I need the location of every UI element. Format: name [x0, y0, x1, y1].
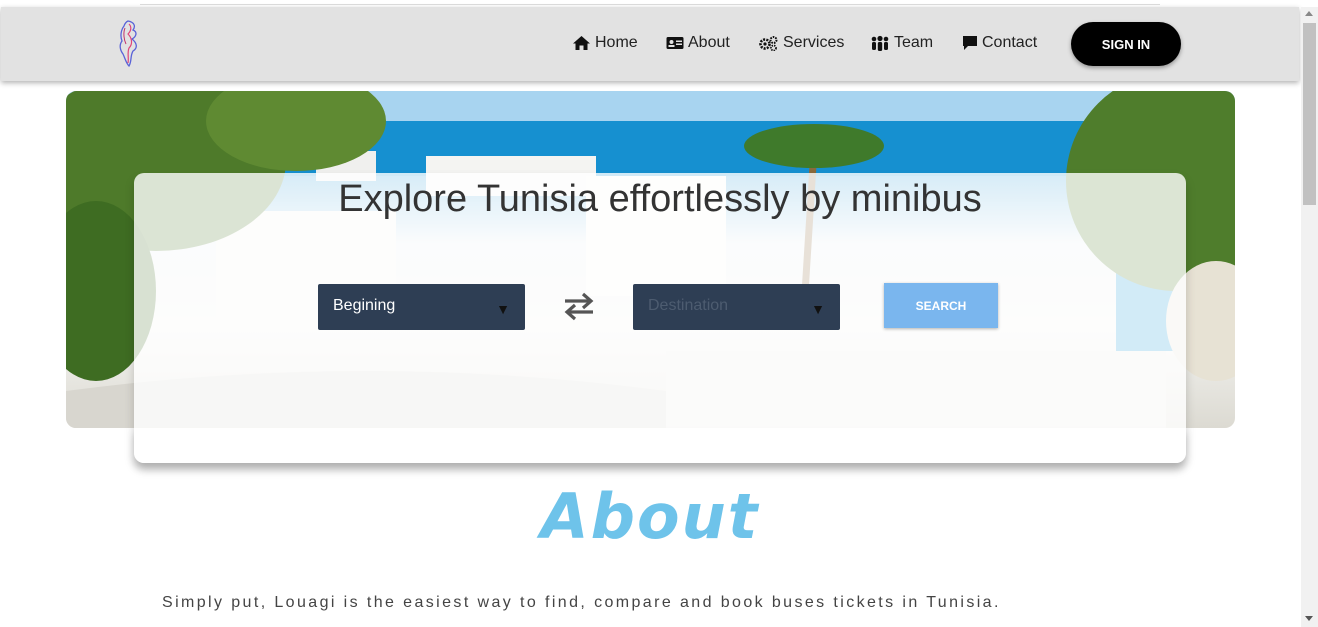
top-divider [140, 0, 1160, 5]
navbar: Home About Services Team Contact SIGN IN [1, 7, 1299, 81]
comment-icon [963, 36, 977, 50]
users-icon [871, 35, 889, 51]
home-icon [573, 36, 590, 50]
scroll-up-arrow-icon[interactable] [1305, 11, 1313, 16]
nav-team[interactable]: Team [870, 32, 933, 54]
from-select[interactable]: Begining ▼ [318, 284, 525, 330]
caret-down-icon: ▼ [496, 301, 510, 317]
destination-select[interactable]: Destination ▼ [633, 284, 840, 330]
destination-select-placeholder: Destination [648, 297, 729, 314]
sign-in-button[interactable]: SIGN IN [1071, 22, 1181, 66]
tunisia-map-logo[interactable] [114, 18, 144, 70]
search-button[interactable]: SEARCH [884, 283, 998, 328]
nav-team-label: Team [894, 34, 934, 51]
nav-home[interactable]: Home [572, 32, 638, 54]
gears-icon [759, 36, 778, 51]
about-heading: About [540, 480, 760, 553]
nav-home-label: Home [595, 34, 638, 51]
scroll-thumb[interactable] [1303, 23, 1316, 205]
nav-about[interactable]: About [666, 32, 730, 54]
nav-services-label: Services [783, 34, 845, 51]
nav-services[interactable]: Services [758, 32, 844, 54]
swap-arrows-icon[interactable] [561, 291, 597, 321]
nav-about-label: About [688, 34, 730, 51]
id-card-icon [666, 37, 684, 49]
nav-contact-label: Contact [982, 34, 1038, 51]
caret-down-icon: ▼ [811, 301, 825, 317]
about-description: Simply put, Louagi is the easiest way to… [162, 594, 1001, 611]
nav-contact[interactable]: Contact [962, 32, 1037, 54]
scrollbar[interactable] [1301, 7, 1318, 627]
scroll-down-arrow-icon[interactable] [1305, 616, 1313, 621]
from-select-value: Begining [333, 297, 396, 314]
hero-title: Explore Tunisia effortlessly by minibus [338, 178, 982, 220]
